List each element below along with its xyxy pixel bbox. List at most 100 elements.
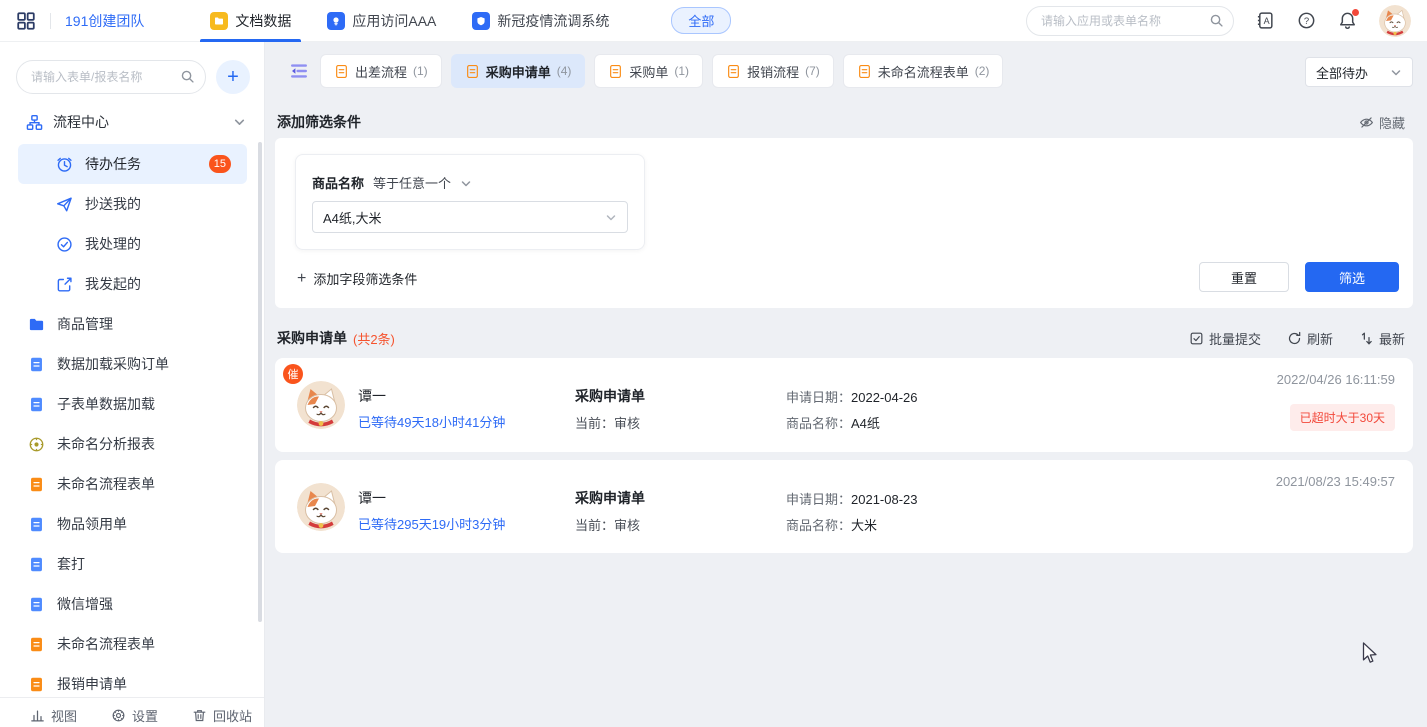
doc-icon <box>28 476 45 493</box>
help-icon[interactable] <box>1297 11 1316 30</box>
doc-icon <box>28 636 45 653</box>
reset-button[interactable]: 重置 <box>1199 262 1289 292</box>
item-label: 未命名分析报表 <box>57 434 264 454</box>
chip-reimburse-flow[interactable]: 报销流程 (7) <box>712 54 834 88</box>
notification-dot <box>1352 9 1359 16</box>
sidebar-item-todo-tasks[interactable]: 待办任务 15 <box>18 144 247 184</box>
sort-latest-button[interactable]: 最新 <box>1359 329 1405 348</box>
sidebar-item-product-mgmt[interactable]: 商品管理 <box>0 304 264 344</box>
global-search-input[interactable] <box>1026 6 1234 36</box>
tab-label: 新冠疫情流调系统 <box>497 11 609 31</box>
folder-icon <box>28 316 45 333</box>
item-label: 待办任务 <box>85 154 209 174</box>
product-label: 商品名称： <box>786 518 851 533</box>
avatar <box>297 483 345 531</box>
sidebar-item-item-requisition[interactable]: 物品领用单 <box>0 504 264 544</box>
sidebar-scrollbar[interactable] <box>258 142 262 622</box>
form-name: 采购申请单 <box>575 488 645 508</box>
chip-count: (4) <box>557 64 572 78</box>
avatar <box>297 381 345 429</box>
apply-date: 申请日期：2021-08-23 <box>786 489 918 508</box>
chip-purchase-request[interactable]: 采购申请单 (4) <box>451 54 586 88</box>
sidebar-item-handled-by-me[interactable]: 我处理的 <box>0 224 264 264</box>
condition-field-name: 商品名称 <box>312 173 364 192</box>
apply-date-value: 2021-08-23 <box>851 492 918 507</box>
sidebar-item-unnamed-report[interactable]: 未命名分析报表 <box>0 424 264 464</box>
sidebar-item-unnamed-flow-form-2[interactable]: 未命名流程表单 <box>0 624 264 664</box>
tab-covid-system[interactable]: 新冠疫情流调系统 <box>454 0 627 42</box>
gauge-icon <box>28 436 45 453</box>
chip-purchase-order[interactable]: 采购单 (1) <box>594 54 703 88</box>
todo-status-dropdown[interactable]: 全部待办 <box>1305 57 1413 87</box>
clock-icon <box>56 156 73 173</box>
wait-duration: 已等待49天18小时41分钟 <box>358 412 505 431</box>
batch-submit-button[interactable]: 批量提交 <box>1189 329 1261 348</box>
user-avatar[interactable] <box>1379 5 1411 37</box>
search-icon <box>1209 13 1224 28</box>
tab-label: 应用访问AAA <box>352 11 436 31</box>
chip-unnamed-flow-form[interactable]: 未命名流程表单 (2) <box>843 54 1004 88</box>
chevron-down-icon <box>460 177 472 189</box>
refresh-button[interactable]: 刷新 <box>1287 329 1333 348</box>
dropdown-value: 全部待办 <box>1316 63 1390 82</box>
doc-icon <box>465 64 480 79</box>
doc-icon <box>857 64 872 79</box>
footer-label: 设置 <box>132 706 158 725</box>
item-label: 未命名流程表单 <box>57 474 264 494</box>
chevron-down-icon <box>1390 66 1402 78</box>
paper-plane-icon <box>56 196 73 213</box>
global-search <box>1026 6 1234 36</box>
current-node: 当前：审核 <box>575 515 640 534</box>
settings-button[interactable]: 设置 <box>111 706 158 725</box>
tab-app-access[interactable]: 应用访问AAA <box>309 0 454 42</box>
overdue-badge: 已超时大于30天 <box>1290 404 1395 431</box>
chip-count: (1) <box>674 64 689 78</box>
refresh-icon <box>1287 331 1302 346</box>
sidebar-item-started-by-me[interactable]: 我发起的 <box>0 264 264 304</box>
tab-doc-data[interactable]: 文档数据 <box>192 0 309 42</box>
search-icon <box>180 69 195 84</box>
condition-value: A4纸,大米 <box>323 208 605 227</box>
sidebar-search-input[interactable] <box>16 60 206 94</box>
item-label: 套打 <box>57 554 264 574</box>
apply-filter-button[interactable]: 筛选 <box>1305 262 1399 292</box>
recycle-bin-button[interactable]: 回收站 <box>192 706 252 725</box>
views-button[interactable]: 视图 <box>30 706 77 725</box>
collapse-filter-icon[interactable] <box>289 61 309 81</box>
sidebar-item-subform-data-load[interactable]: 子表单数据加载 <box>0 384 264 424</box>
chip-business-trip[interactable]: 出差流程 (1) <box>320 54 442 88</box>
top-bar: 191创建团队 文档数据 应用访问AAA 新冠疫情流调系统 全部 <box>0 0 1427 42</box>
org-chart-icon <box>26 114 43 131</box>
list-count: (共2条) <box>353 329 395 348</box>
chip-count: (2) <box>975 64 990 78</box>
task-row[interactable]: 催 谭一 已等待49天18小时41分钟 采购申请单 当前：审核 申请日期：202… <box>275 358 1413 452</box>
form-name: 采购申请单 <box>575 386 645 406</box>
product-value: A4纸 <box>851 416 880 431</box>
filter-condition-card: 商品名称 等于任意一个 A4纸,大米 <box>295 154 645 250</box>
chip-count: (1) <box>413 64 428 78</box>
add-filter-condition-button[interactable]: + 添加字段筛选条件 <box>297 269 417 288</box>
sidebar-item-unnamed-flow-form-1[interactable]: 未命名流程表单 <box>0 464 264 504</box>
sidebar-item-wechat-enhance[interactable]: 微信增强 <box>0 584 264 624</box>
contacts-icon[interactable] <box>1256 11 1275 30</box>
sidebar-item-data-load-order[interactable]: 数据加载采购订单 <box>0 344 264 384</box>
add-form-button[interactable]: + <box>216 60 250 94</box>
team-link[interactable]: 191创建团队 <box>65 11 144 31</box>
item-label: 微信增强 <box>57 594 264 614</box>
apply-date-label: 申请日期： <box>786 492 851 507</box>
condition-operator-row[interactable]: 商品名称 等于任意一个 <box>312 173 472 192</box>
sidebar-group-process-center[interactable]: 流程中心 <box>0 108 264 136</box>
apps-grid-icon[interactable] <box>16 11 36 31</box>
all-apps-pill[interactable]: 全部 <box>671 7 731 34</box>
sidebar-item-cc-to-me[interactable]: 抄送我的 <box>0 184 264 224</box>
condition-value-select[interactable]: A4纸,大米 <box>312 201 628 233</box>
sort-icon <box>1359 331 1374 346</box>
chip-count: (7) <box>805 64 820 78</box>
notification-bell-icon[interactable] <box>1338 11 1357 30</box>
applicant-name: 谭一 <box>358 488 386 508</box>
task-row[interactable]: 谭一 已等待295天19小时3分钟 采购申请单 当前：审核 申请日期：2021-… <box>275 460 1413 553</box>
blue-shield-app-icon <box>472 12 490 30</box>
sidebar-item-print-template[interactable]: 套打 <box>0 544 264 584</box>
item-label: 我处理的 <box>85 234 264 254</box>
hide-filter-button[interactable]: 隐藏 <box>1359 113 1405 132</box>
